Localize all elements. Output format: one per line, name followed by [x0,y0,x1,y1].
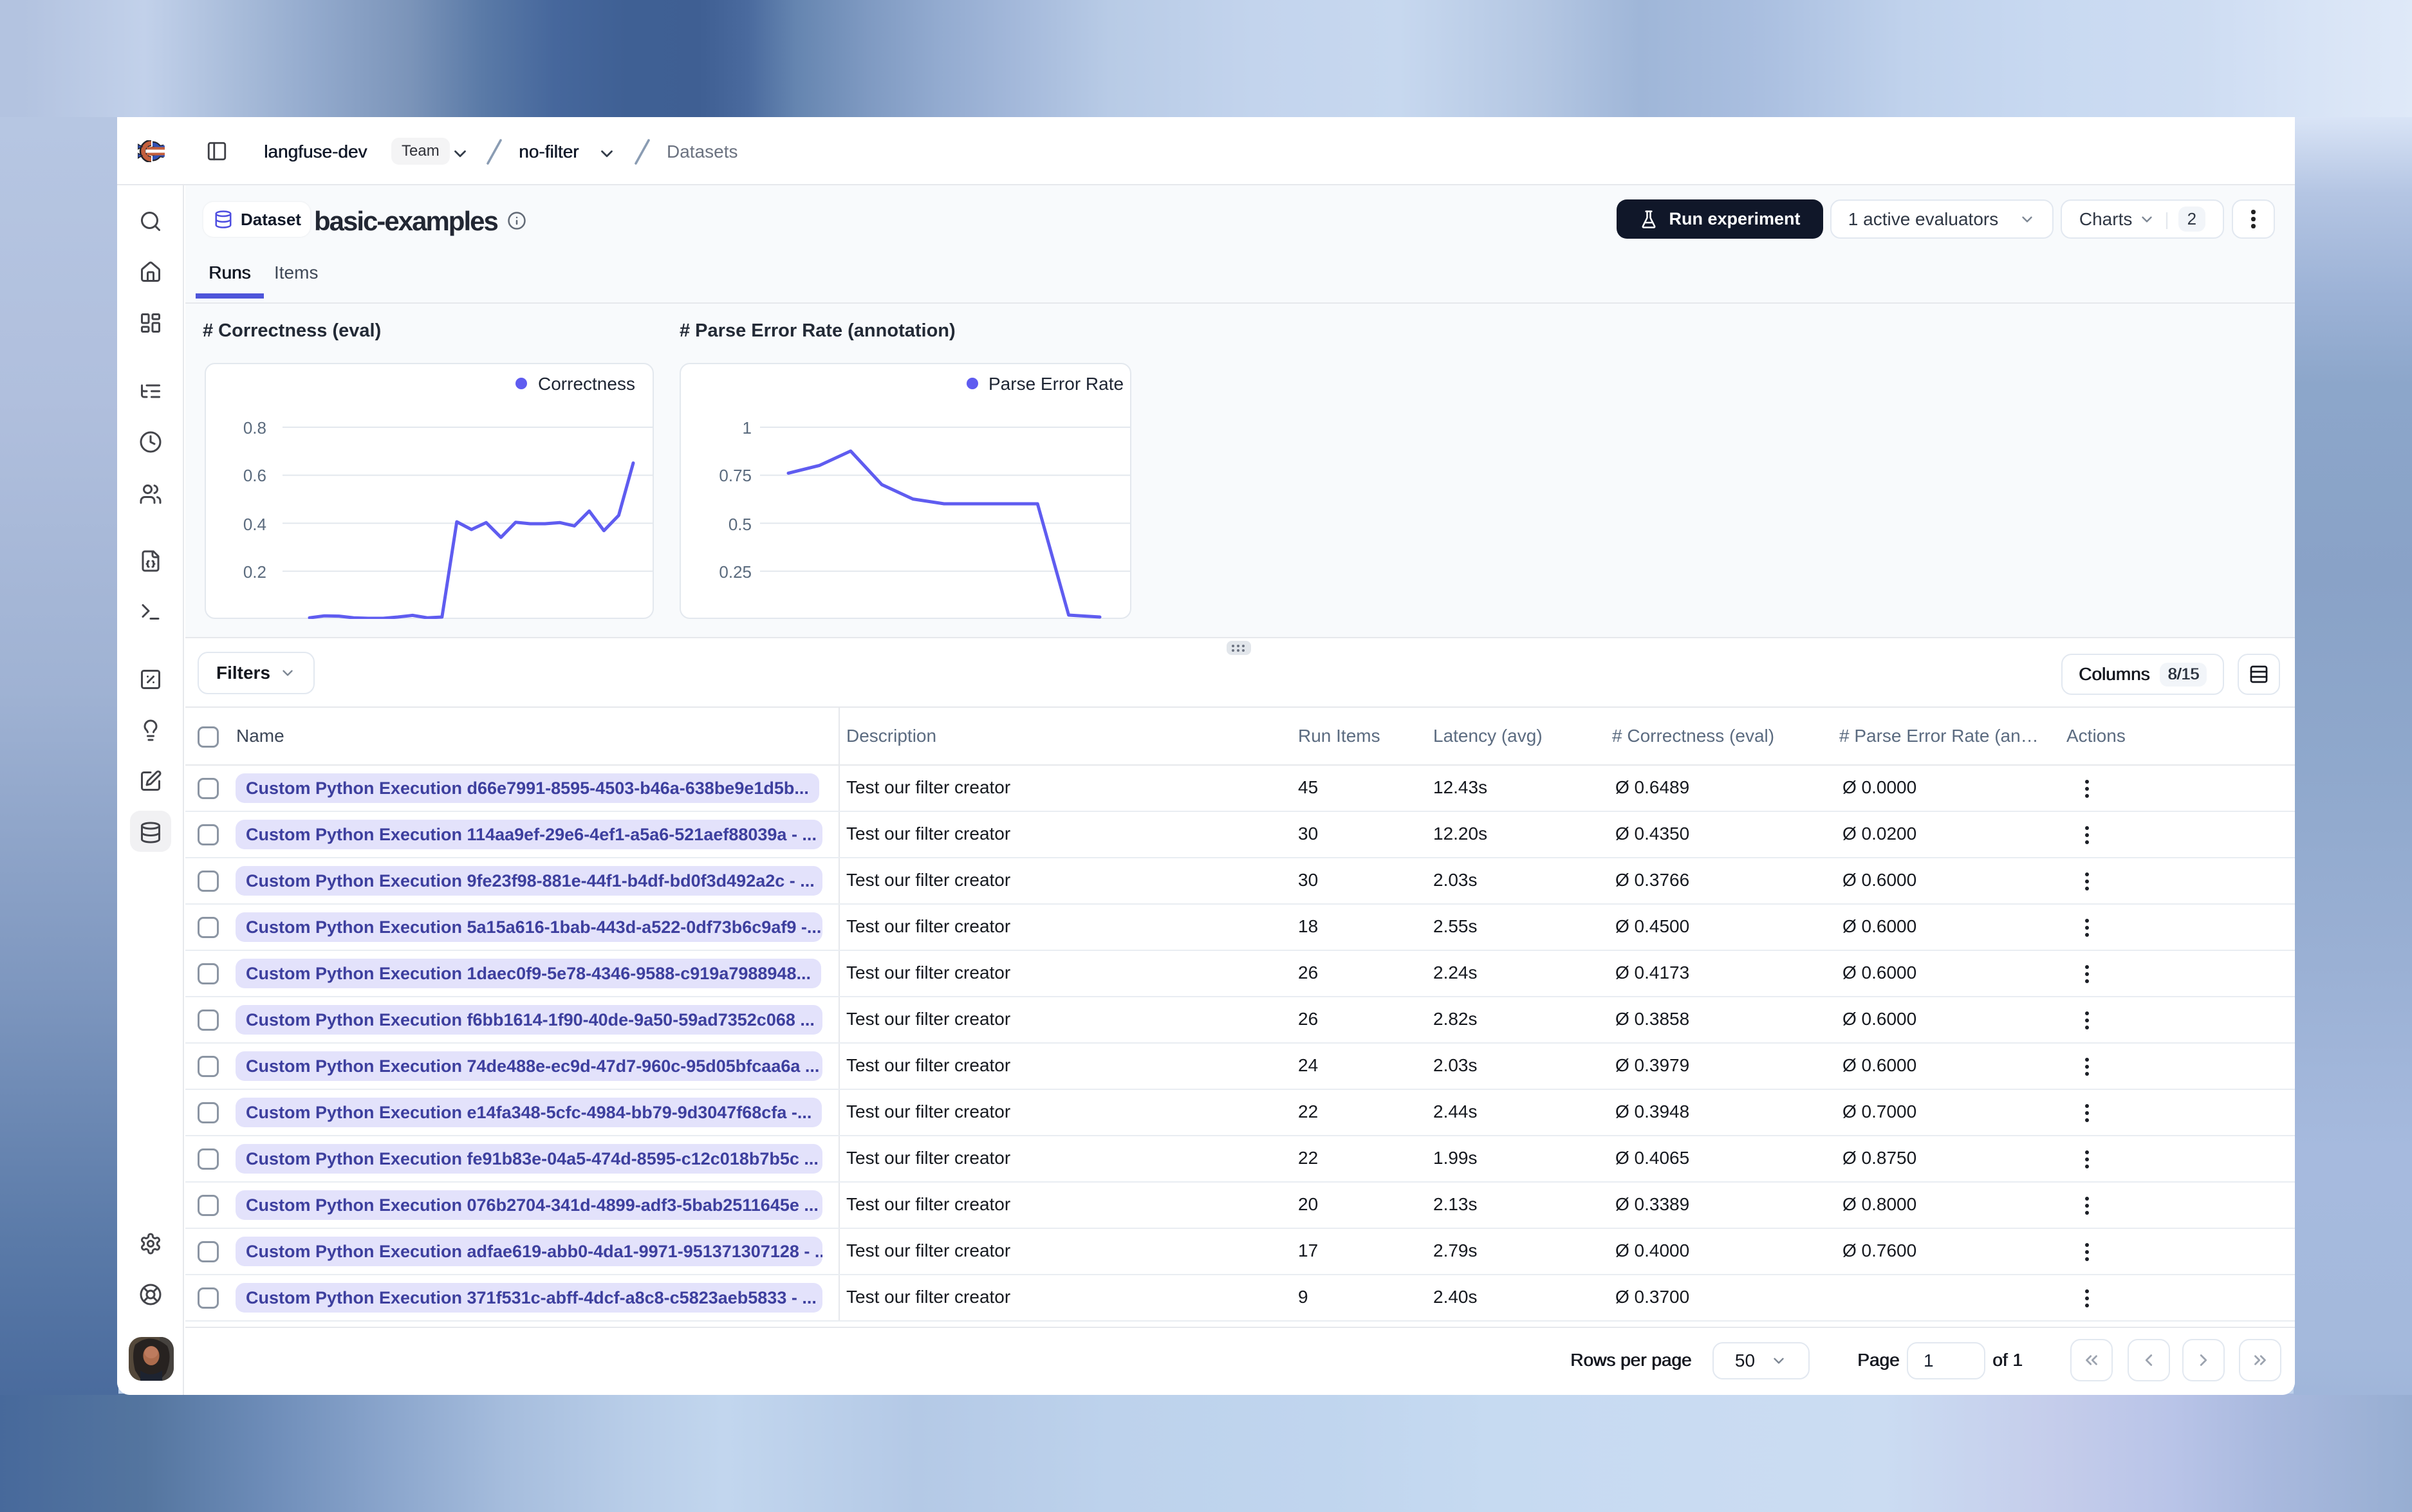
svg-text:Parse Error Rate: Parse Error Rate [988,374,1124,394]
svg-text:Correctness: Correctness [538,374,635,394]
